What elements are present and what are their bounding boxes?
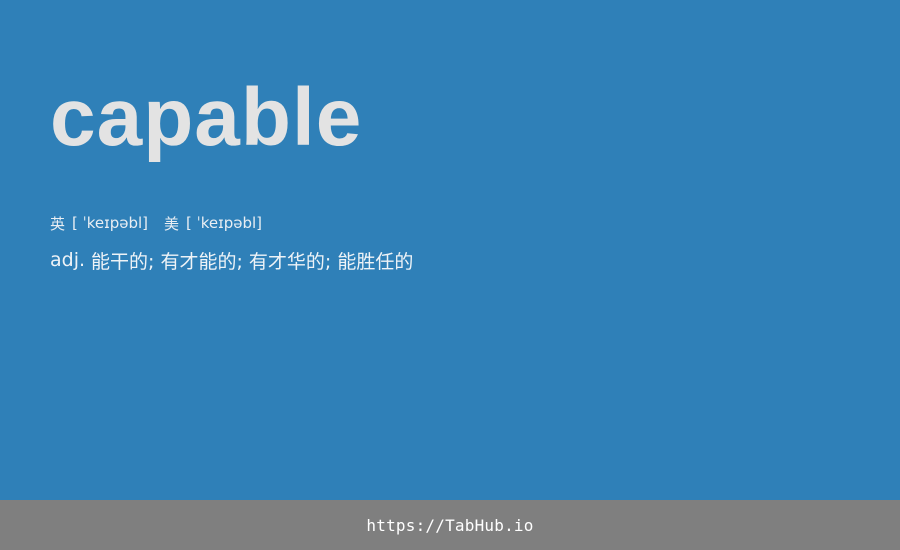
word-card: capable 英 [ ˈkeɪpəbl] 美 [ ˈkeɪpəbl] adj.…: [0, 0, 900, 500]
footer-link[interactable]: https://TabHub.io: [366, 516, 533, 535]
headword: capable: [50, 72, 363, 163]
part-of-speech: adj.: [50, 249, 86, 271]
phonetic-us-label: 美: [164, 214, 180, 233]
phonetics-row: 英 [ ˈkeɪpəbl] 美 [ ˈkeɪpəbl]: [50, 212, 262, 234]
footer-bar: https://TabHub.io: [0, 500, 900, 550]
definition-line: adj. 能干的; 有才能的; 有才华的; 能胜任的: [50, 246, 413, 274]
definition-text: 能干的; 有才能的; 有才华的; 能胜任的: [91, 250, 414, 273]
phonetic-us: 美 [ ˈkeɪpəbl]: [164, 213, 262, 234]
phonetic-uk: 英 [ ˈkeɪpəbl]: [50, 213, 148, 234]
phonetic-us-ipa: [ ˈkeɪpəbl]: [186, 214, 263, 232]
phonetic-uk-label: 英: [50, 214, 66, 233]
phonetic-uk-ipa: [ ˈkeɪpəbl]: [72, 214, 149, 232]
